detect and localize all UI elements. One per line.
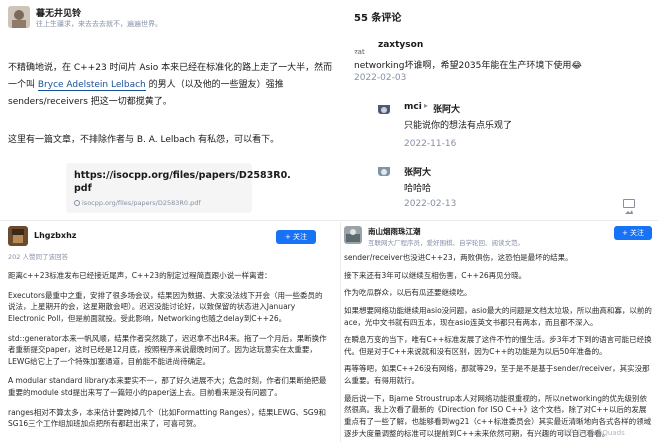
link-card[interactable]: https://isocpp.org/files/papers/D2583R0.… [66,163,291,213]
answer-body: sender/receiver也没进C++23，两败俱伤，这恐怕是最坏的结果。 … [344,252,652,439]
link-card-subtitle: isocpp.org/files/papers/D2583R0.pdf [74,199,201,207]
commenter-avatar[interactable]: zat [354,42,369,54]
answer-paragraph: 在瞬息万变的当下，唯有C++标准发展了这件不竹的慢生活。步3年才下到的语言可能已… [344,335,652,356]
reply-arrow-icon: ▸ [424,101,429,110]
answer-paragraph: A modular standard library本来要实不一，那了好久进展不… [8,376,327,397]
commenter-avatar[interactable] [378,164,390,176]
author-avatar[interactable] [8,6,30,28]
answerer-avatar[interactable] [344,226,362,244]
answer-body: 距离c++23标准发布已经接近尾声，C++23的制定过程简直跟小说一样离谱： E… [8,270,328,430]
text-prefix: 一个叫 [8,80,38,90]
answerer-name[interactable]: Lhgzbxhz [34,231,76,240]
answer-paragraph: 距离c++23标准发布已经接近尾声，C++23的制定过程简直跟小说一样离谱： [8,271,272,280]
link-card-url-line-2: pdf [74,183,92,194]
comment-date: 2022-02-03 [354,73,407,83]
comment-text: networking坏谁啊，希望2035年能在生产环境下使用😂 [354,61,582,71]
comments-title: 55 条评论 [354,13,402,24]
comment-date: 2022-02-13 [404,199,457,209]
answer-paragraph: sender/receiver也没进C++23，两败俱伤，这恐怕是最坏的结果。 [344,253,573,262]
link-card-url-line-1: https://isocpp.org/files/papers/D2583R0. [74,170,291,181]
commenter-name[interactable]: mci [404,102,422,112]
answer-paragraph: 接下来还有3年可以继续互相伤害，C++26再见分晓。 [344,270,527,280]
answer-paragraph: Executors最重中之重，安排了很多场会议，结果因为数据、大家没法线下开会（… [8,290,323,323]
image-icon[interactable] [623,199,635,214]
commenter-name[interactable]: 张阿大 [404,165,431,178]
comment-date: 2022-11-16 [404,139,457,149]
svg-text:zat: zat [354,48,365,54]
upvote-count: 202 人赞同了该回答 [8,253,68,261]
link-card-domain: isocpp.org/files/papers/D2583R0.pdf [82,199,201,207]
vertical-divider [340,222,341,442]
globe-icon [74,200,80,206]
commenter-avatar[interactable] [378,102,390,114]
paragraph-1-line-1: 不精确地说，在 C++23 时间片 Asio 本来已经在标准化的路上走了一大半，… [8,63,333,73]
follow-button[interactable]: + 关注 [614,226,652,240]
paragraph-1: 不精确地说，在 C++23 时间片 Asio 本来已经在标准化的路上走了一大半，… [8,60,338,111]
watermark: 知乎 @CrossQuads [560,429,625,437]
paragraph-1-line-2: 一个叫 Bryce Adelstein Lelbach 的男人（以及他的一些盟友… [8,77,338,94]
answer-paragraph: 再等等吧，如果C++26没有网络，那就等29，至于是不是基于sender/rec… [344,364,650,385]
reply-to-name[interactable]: 张阿大 [433,102,460,115]
person-link[interactable]: Bryce Adelstein Lelbach [37,80,146,91]
horizontal-divider [0,220,658,221]
author-name[interactable]: 暮无井见铃 [36,6,81,19]
comment-text: 哈哈哈 [404,184,432,194]
paragraph-2: 这里有一篇文章，不排除作者与 B. A. Lelbach 有私怨，可以看下。 [8,135,280,145]
link-card-url[interactable]: https://isocpp.org/files/papers/D2583R0.… [74,169,291,195]
comment-text: 只能说你的想法有点乐观了 [404,121,513,131]
author-bio: 往上生疆求，来去去去就不，遍遍世界。 [36,20,162,28]
follow-button[interactable]: + 关注 [276,230,316,244]
answer-paragraph: ranges相对不算太多，本来估计要跨掉几个（比如Formatting Rang… [8,407,326,429]
answer-paragraph: std::generator本来一帆风顺，结果作者突然跳了，迟迟拿不出R4来。拖… [8,333,327,366]
commenter-name[interactable]: zaxtyson [378,40,423,50]
text-suffix: 的男人（以及他的一些盟友）强推 [145,80,284,90]
answer-paragraph: 作为吃瓜群众，以后有瓜还要继续吃。 [344,288,472,298]
answerer-avatar[interactable] [8,226,28,246]
answerer-name[interactable]: 南山烟雨珠江潮 [368,226,421,237]
answer-paragraph: 如果想要网络功能继续用asio没问题，asio最大的问题是文档太垃圾，所以曲高和… [344,305,652,327]
paragraph-1-line-3: senders/receivers 把这一切都搅黄了。 [8,97,172,107]
answerer-bio: 互联网大厂程序员，爱好围棋、自学轮回、阅读文范。 [368,239,524,247]
